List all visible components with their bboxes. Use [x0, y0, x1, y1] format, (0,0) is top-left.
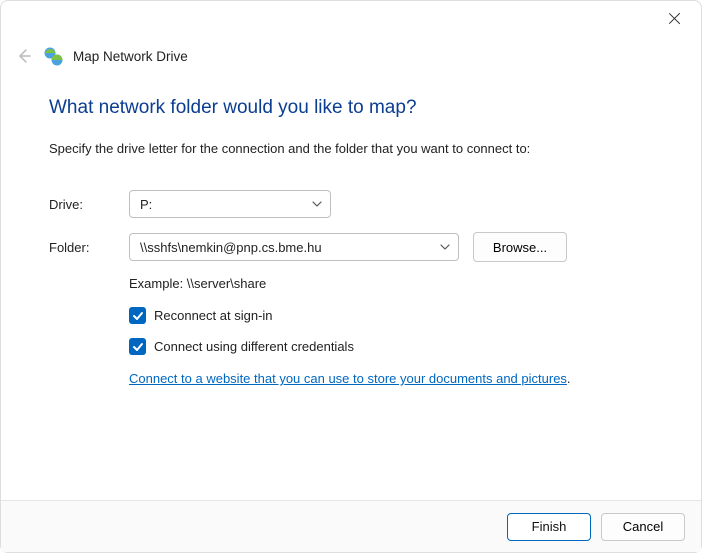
folder-combobox-value: \\sshfs\nemkin@pnp.cs.bme.hu [140, 240, 322, 255]
wizard-footer: Finish Cancel [1, 500, 701, 552]
cancel-button[interactable]: Cancel [601, 513, 685, 541]
chevron-down-icon [312, 199, 322, 209]
folder-label: Folder: [49, 240, 129, 255]
credentials-checkbox[interactable] [129, 338, 146, 355]
instruction-text: Specify the drive letter for the connect… [49, 141, 653, 156]
browse-button[interactable]: Browse... [473, 232, 567, 262]
example-text: Example: \\server\share [129, 276, 653, 291]
reconnect-label: Reconnect at sign-in [154, 308, 273, 323]
chevron-down-icon [440, 242, 450, 252]
network-drive-icon [43, 46, 63, 66]
drive-select[interactable]: P: [129, 190, 331, 218]
drive-label: Drive: [49, 197, 129, 212]
close-button[interactable] [667, 11, 683, 27]
connect-website-link[interactable]: Connect to a website that you can use to… [129, 371, 567, 386]
folder-combobox[interactable]: \\sshfs\nemkin@pnp.cs.bme.hu [129, 233, 459, 261]
back-arrow-icon [13, 46, 33, 66]
page-heading: What network folder would you like to ma… [49, 97, 653, 119]
wizard-header: Map Network Drive [13, 43, 689, 69]
reconnect-checkbox[interactable] [129, 307, 146, 324]
finish-button[interactable]: Finish [507, 513, 591, 541]
drive-select-value: P: [140, 197, 152, 212]
credentials-label: Connect using different credentials [154, 339, 354, 354]
wizard-title: Map Network Drive [73, 49, 188, 64]
